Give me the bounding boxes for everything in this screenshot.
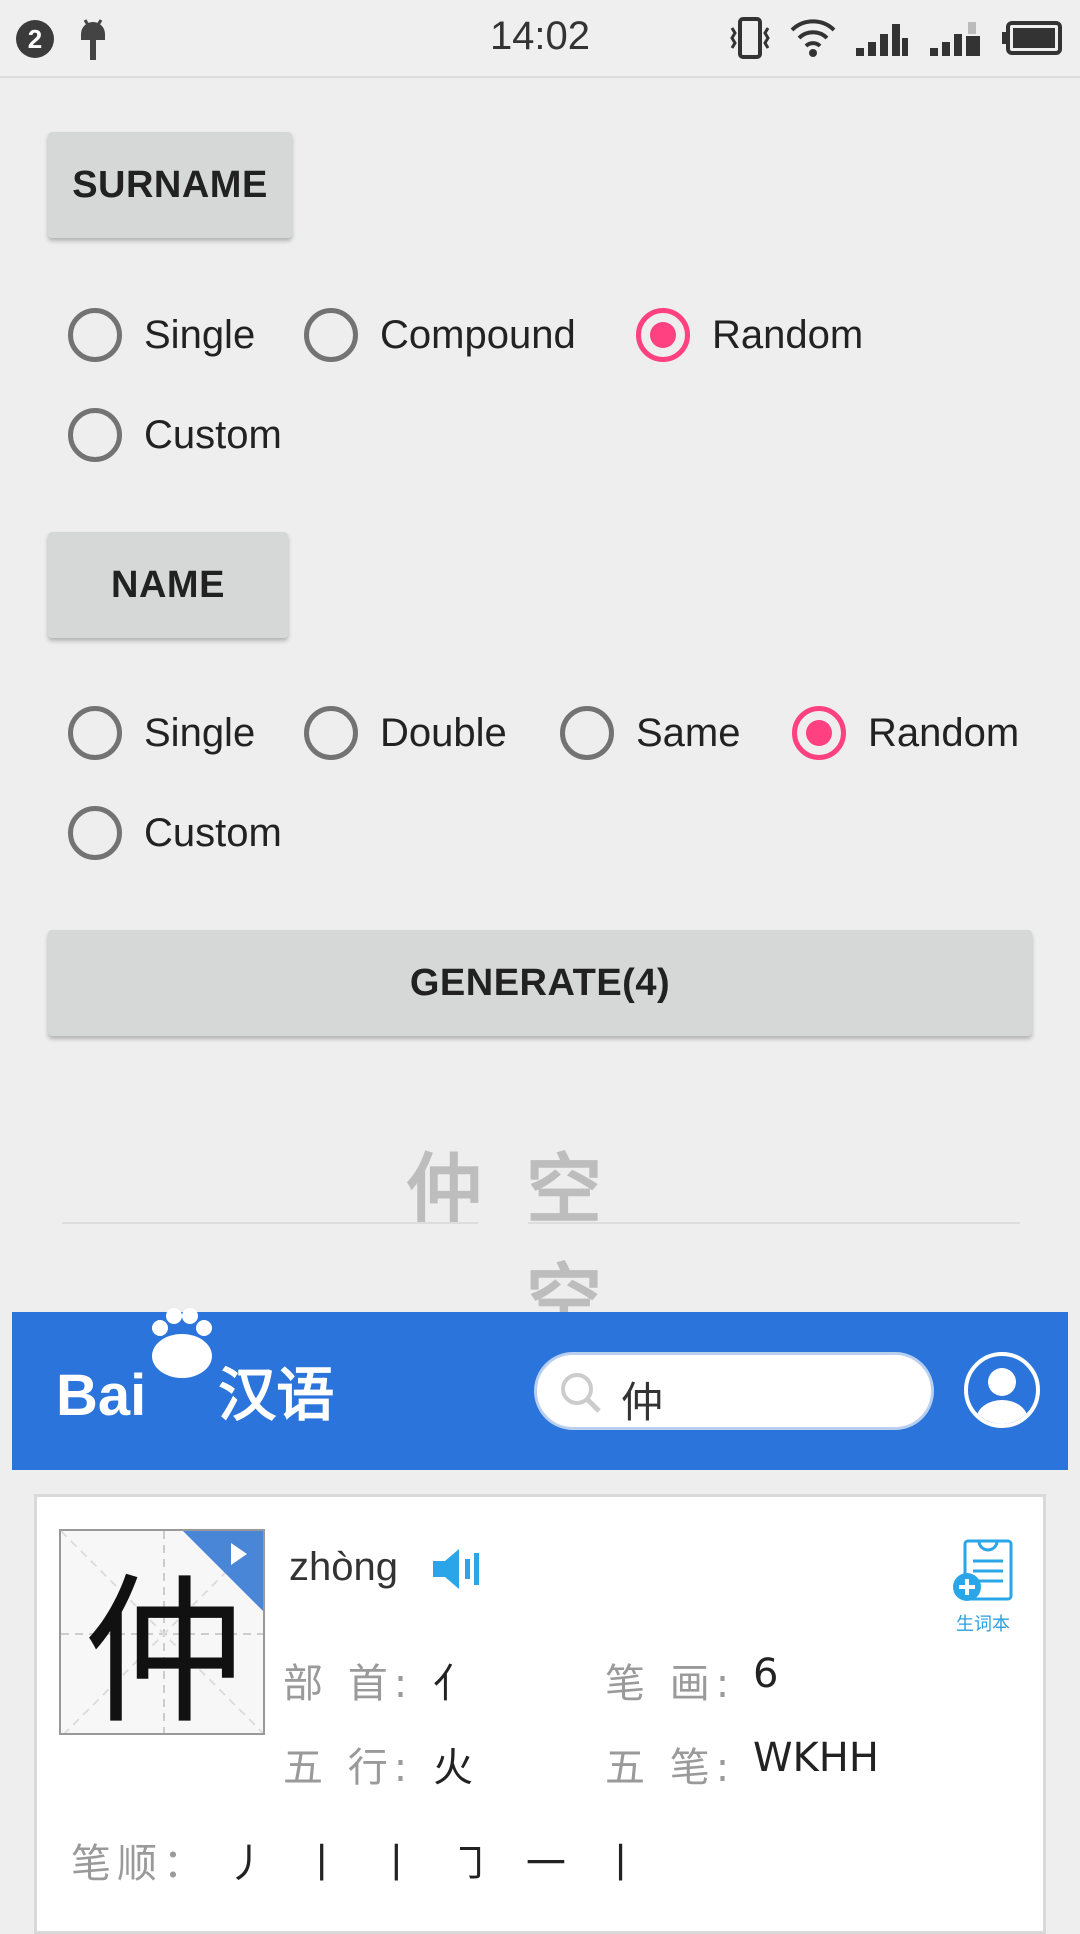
radio-circle — [792, 706, 846, 760]
surname-radio-random[interactable]: Random — [636, 308, 863, 362]
status-bar: 2 14:02 — [0, 0, 1080, 78]
radio-circle — [68, 706, 122, 760]
search-value: 仲 — [621, 1378, 664, 1427]
radio-label: Compound — [380, 312, 576, 357]
wuxing-label: 五 行: — [283, 1745, 414, 1791]
name-button[interactable]: NAME — [48, 532, 288, 638]
surname-radio-custom[interactable]: Custom — [68, 408, 282, 462]
user-avatar-icon[interactable] — [964, 1352, 1040, 1428]
radio-circle — [304, 706, 358, 760]
radio-label: Single — [144, 710, 256, 755]
stroke-order-value: 丿 丨 丨 ㇆ 一 丨 — [227, 1841, 641, 1887]
signal-sim2-icon — [928, 18, 984, 63]
radio-circle — [560, 706, 614, 760]
name-radio-double[interactable]: Double — [304, 706, 507, 760]
signal-sim1-icon — [854, 18, 910, 63]
character-stroke-box[interactable]: 仲 — [59, 1529, 265, 1735]
surname-radio-compound[interactable]: Compound — [304, 308, 576, 362]
given-name-field-underline — [528, 1222, 1020, 1224]
wubi-label: 五 笔: — [605, 1745, 736, 1791]
logo-du-text: du — [156, 1382, 201, 1423]
radio-circle — [68, 408, 122, 462]
generate-button[interactable]: GENERATE(4) — [48, 930, 1032, 1036]
character-entry-card: 仲 zhòng 生词本 部 首: 亻 笔 画: 6 五 行: 火 五 笔: WK… — [34, 1494, 1046, 1934]
name-radio-custom[interactable]: Custom — [68, 806, 282, 860]
wifi-icon — [790, 18, 836, 63]
radio-label: Single — [144, 312, 256, 357]
name-radio-single[interactable]: Single — [68, 706, 255, 760]
baidu-search-input[interactable]: 仲 — [534, 1352, 934, 1430]
stroke-order-label: 笔顺： — [71, 1841, 209, 1887]
radical-value: 亻 — [433, 1661, 473, 1707]
vibrate-icon — [728, 16, 772, 65]
battery-icon — [1002, 20, 1062, 61]
name-radio-same[interactable]: Same — [560, 706, 741, 760]
vocab-label: 生词本 — [956, 1614, 1010, 1635]
surname-button[interactable]: SURNAME — [48, 132, 292, 238]
play-animation-icon[interactable] — [183, 1531, 263, 1611]
radio-circle — [68, 806, 122, 860]
surname-field-underline — [62, 1222, 478, 1224]
wubi-value: WKHH — [753, 1735, 879, 1781]
vocab-notebook-icon — [953, 1539, 1013, 1601]
radio-label: Random — [868, 710, 1020, 755]
radio-label: Custom — [144, 810, 282, 855]
name-radio-random[interactable]: Random — [792, 706, 1019, 760]
baidu-header: Bai du 汉语 仲 — [12, 1308, 1068, 1470]
strokes-value: 6 — [753, 1651, 779, 1697]
speaker-icon[interactable] — [431, 1547, 481, 1596]
pinyin-text: zhòng — [289, 1545, 398, 1589]
radio-label: Same — [636, 710, 741, 755]
paw-icon: du — [146, 1308, 218, 1429]
radio-label: Custom — [144, 412, 282, 457]
wuxing-value: 火 — [433, 1745, 473, 1791]
strokes-label: 笔 画: — [605, 1661, 736, 1707]
logo-hanyu-text: 汉语 — [218, 1361, 335, 1429]
radio-circle — [68, 308, 122, 362]
radio-label: Random — [712, 312, 864, 357]
add-vocabulary-button[interactable]: 生词本 — [943, 1535, 1023, 1636]
radio-circle — [636, 308, 690, 362]
baidu-hanyu-logo[interactable]: Bai du 汉语 — [56, 1308, 335, 1432]
radical-label: 部 首: — [283, 1661, 414, 1707]
radio-circle — [304, 308, 358, 362]
radio-label: Double — [380, 710, 507, 755]
search-icon — [559, 1371, 603, 1420]
surname-radio-single[interactable]: Single — [68, 308, 255, 362]
logo-bai-text: Bai — [56, 1363, 147, 1428]
